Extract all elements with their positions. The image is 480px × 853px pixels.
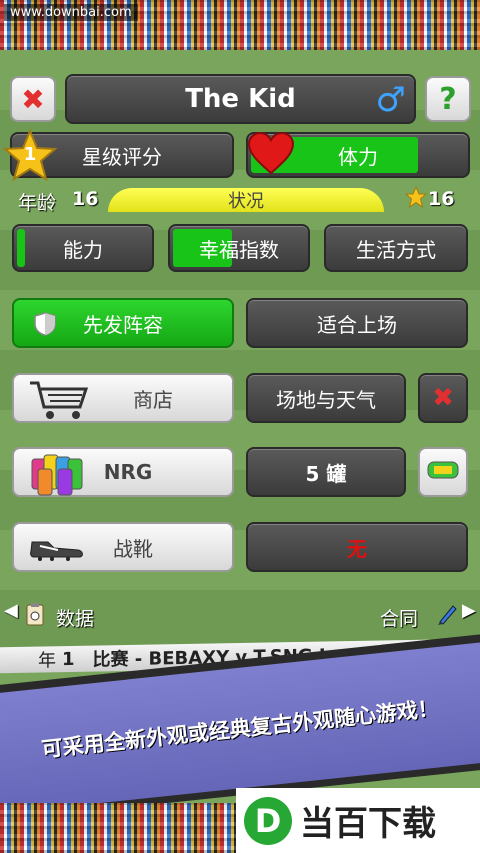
shopping-cart-icon <box>28 379 90 426</box>
help-button[interactable]: ? <box>425 76 471 122</box>
help-icon: ? <box>439 81 457 117</box>
cancel-item-button[interactable]: ✖ <box>418 373 468 423</box>
nrg-label: NRG <box>103 460 153 484</box>
clipboard-icon <box>26 602 44 626</box>
nrg-count-panel: 5 罐 <box>246 447 406 497</box>
ability-bar-fill <box>17 229 25 267</box>
heart-icon <box>246 128 296 178</box>
starting-lineup-button[interactable]: 先发阵容 <box>12 298 234 348</box>
attribute-lifestyle[interactable]: 生活方式 <box>324 224 468 272</box>
lifestyle-label: 生活方式 <box>356 237 436 262</box>
attribute-happiness[interactable]: 幸福指数 <box>168 224 310 272</box>
watermark-url: www.downbai.com <box>4 4 138 21</box>
player-name-panel: The Kid ♂ <box>65 74 416 124</box>
player-name: The Kid <box>185 84 296 114</box>
attribute-ability[interactable]: 能力 <box>12 224 154 272</box>
shop-button[interactable]: 商店 <box>12 373 234 423</box>
shop-label: 商店 <box>133 387 173 412</box>
ticker-year-value: 1 <box>62 648 75 670</box>
age-label: 年龄 <box>18 192 57 214</box>
boots-button[interactable]: 战靴 <box>12 522 234 572</box>
nav-left-label[interactable]: 数据 <box>56 604 94 631</box>
logo-mark: D <box>244 796 292 845</box>
nav-right-label[interactable]: 合同 <box>380 604 418 631</box>
nrg-button[interactable]: NRG <box>12 447 234 497</box>
fit-to-play-label: 适合上场 <box>317 312 397 337</box>
star-badge-icon: 1 <box>2 128 58 184</box>
use-nrg-button[interactable] <box>418 447 468 497</box>
nrg-count: 5 罐 <box>305 461 347 486</box>
close-x-icon: ✖ <box>21 82 45 116</box>
energy-drink-cans-icon <box>28 451 90 502</box>
pitch-weather-label: 场地与天气 <box>276 387 376 412</box>
star-count: 16 <box>428 188 455 210</box>
boots-label: 战靴 <box>113 536 153 561</box>
happiness-label: 幸福指数 <box>199 237 279 262</box>
logo-text: 当百下载 <box>300 804 436 844</box>
fit-to-play-button[interactable]: 适合上场 <box>246 298 468 348</box>
status-tab[interactable]: 状况 <box>108 188 384 212</box>
age-value: 16 <box>72 188 99 210</box>
football-boot-icon <box>28 536 86 567</box>
star-rating-label: 星级评分 <box>82 144 162 169</box>
promo-text: 可采用全新外观或经典复古外观随心游戏！ <box>40 696 440 762</box>
close-button[interactable]: ✖ <box>10 76 56 122</box>
nav-left-arrow[interactable]: ◀ <box>4 600 18 621</box>
star-rank-value: 1 <box>23 144 37 165</box>
ability-label: 能力 <box>63 237 103 262</box>
nav-right-arrow[interactable]: ▶ <box>462 600 476 621</box>
starting-lineup-label: 先发阵容 <box>83 312 163 337</box>
boots-value: 无 <box>347 536 367 561</box>
boots-value-panel: 无 <box>246 522 468 572</box>
status-label: 状况 <box>228 191 264 212</box>
male-symbol-icon: ♂ <box>375 80 406 120</box>
ticker-year-label: 年 <box>38 650 56 672</box>
site-logo: D 当百下载 <box>236 788 480 853</box>
pen-icon <box>436 602 458 626</box>
energy-drink-can-icon <box>426 459 460 486</box>
pitch-weather-button[interactable]: 场地与天气 <box>246 373 406 423</box>
shield-icon <box>34 312 56 341</box>
close-x-icon: ✖ <box>432 383 454 413</box>
stamina-label: 体力 <box>338 144 378 169</box>
small-star-icon <box>405 186 427 208</box>
